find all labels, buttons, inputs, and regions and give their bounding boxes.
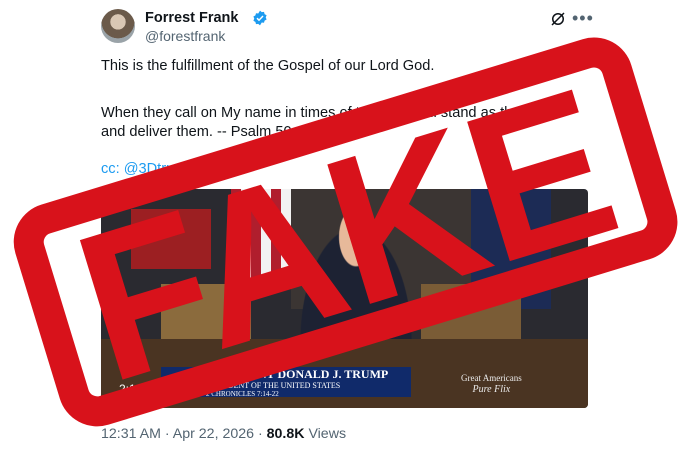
mention-link[interactable]: cc: @3Dtrumper (101, 160, 207, 179)
person-image (291, 209, 421, 349)
author-name[interactable]: Forrest Frank (145, 10, 238, 26)
grok-icon[interactable] (549, 10, 567, 28)
video-duration: 2:19 (119, 382, 143, 396)
timestamp[interactable]: 12:31 AM · Apr 22, 2026 · (101, 426, 263, 442)
brand-line: Pure Flix (472, 384, 511, 395)
views-count: 80.8K (266, 426, 305, 442)
avatar[interactable] (101, 9, 135, 43)
flag-image (231, 189, 291, 284)
lower-third-name: PRESIDENT DONALD J. TRUMP (206, 367, 389, 381)
brand-watermark: Great Americans Pure Flix (461, 373, 522, 395)
views-label: Views (308, 426, 347, 442)
video-player[interactable]: PRESIDENT DONALD J. TRUMP PRESIDENT OF T… (101, 189, 588, 408)
lower-third-title: PRESIDENT OF THE UNITED STATES (206, 381, 341, 390)
flag-image (131, 209, 211, 269)
tweet-text-line: and deliver them. -- Psalm 50:15 (101, 124, 312, 140)
lower-third-ref: 2 CHRONICLES 7:14-22 (206, 390, 279, 398)
more-icon[interactable]: ••• (572, 8, 594, 29)
author-handle[interactable]: @forestfrank (145, 28, 225, 44)
verified-badge-icon (253, 10, 267, 26)
brand-line: Great Americans (461, 373, 522, 383)
photos-image (421, 284, 521, 339)
lower-third-banner: PRESIDENT DONALD J. TRUMP PRESIDENT OF T… (161, 367, 411, 398)
tweet-text-line: This is the fulfillment of the Gospel of… (101, 58, 435, 74)
shelf-image (161, 284, 251, 339)
tweet-meta: 12:31 AM · Apr 22, 2026 · 80.8K Views (101, 426, 346, 442)
tweet-text-line: When they call on My name in times of tr… (101, 105, 561, 121)
